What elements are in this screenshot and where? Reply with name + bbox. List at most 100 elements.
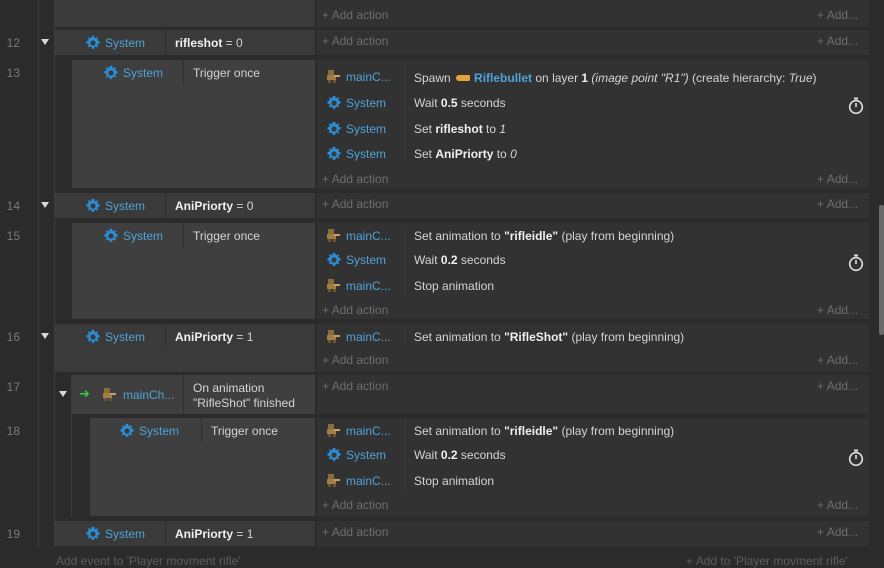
plus-icon: + <box>322 34 332 48</box>
add-action-link[interactable]: + Add action <box>322 8 388 22</box>
stopwatch-icon <box>848 97 864 115</box>
add-action-link[interactable]: + Add action <box>322 172 388 186</box>
action-set-variable[interactable]: Set rifleshot to 1 <box>414 122 506 136</box>
cell-separator <box>183 375 184 414</box>
action-block[interactable] <box>317 0 869 27</box>
sprite-icon <box>325 473 341 487</box>
event-14-actions[interactable] <box>317 193 869 218</box>
stopwatch-icon <box>848 254 864 272</box>
gutter-line <box>54 0 55 548</box>
condition-text[interactable]: On animation "RifleShot" finished <box>193 381 295 410</box>
add-action-link[interactable]: + Add action <box>322 303 388 317</box>
action-set-animation[interactable]: Set animation to "RifleShot" (play from … <box>414 330 684 344</box>
object-name: System <box>123 66 164 80</box>
action-spawn[interactable]: Spawn Riflebullet on layer 1 (image poin… <box>414 71 817 85</box>
plus-icon: + <box>817 525 827 539</box>
object-name: mainCh... <box>123 388 175 402</box>
event-sheet: + Add action + Add... 12 System riflesho… <box>0 0 884 568</box>
collapse-arrow-icon[interactable] <box>41 202 49 208</box>
action-set-animation[interactable]: Set animation to "rifleidle" (play from … <box>414 229 674 243</box>
row-number: 15 <box>6 229 20 243</box>
plus-icon: + <box>817 379 827 393</box>
condition-text[interactable]: rifleshot = 0 <box>175 36 243 50</box>
add-more-link[interactable]: + Add... <box>817 172 858 186</box>
condition-text[interactable]: Trigger once <box>193 229 260 243</box>
plus-icon: + <box>817 303 827 317</box>
object-name: System <box>105 199 146 213</box>
add-more-link[interactable]: + Add... <box>817 197 858 211</box>
add-more-link[interactable]: + Add... <box>817 498 858 512</box>
plus-icon: + <box>322 525 332 539</box>
condition-text[interactable]: Trigger once <box>193 66 260 80</box>
plus-icon: + <box>322 498 332 512</box>
object-name: System <box>346 96 387 110</box>
cell-separator <box>405 64 406 164</box>
object-name: System <box>346 448 387 462</box>
gear-icon <box>326 146 342 162</box>
object-name: System <box>139 424 180 438</box>
event-12-actions[interactable] <box>317 30 869 55</box>
add-more-link[interactable]: + Add... <box>817 34 858 48</box>
add-to-group-link[interactable]: + Add to 'Player movment rifle' <box>686 554 848 568</box>
object-name: System <box>346 122 387 136</box>
action-stop-animation[interactable]: Stop animation <box>414 279 494 293</box>
add-action-link[interactable]: + Add action <box>322 498 388 512</box>
add-action-link[interactable]: + Add action <box>322 379 388 393</box>
action-wait[interactable]: Wait 0.2 seconds <box>414 448 506 462</box>
gear-icon <box>119 423 135 439</box>
gear-icon <box>326 121 342 137</box>
collapse-arrow-icon[interactable] <box>41 333 49 339</box>
add-more-link[interactable]: + Add... <box>817 525 858 539</box>
row-number: 14 <box>6 199 20 213</box>
add-action-link[interactable]: + Add action <box>322 353 388 367</box>
plus-icon: + <box>322 303 332 317</box>
green-arrow-icon: ➜ <box>79 386 90 401</box>
cell-separator <box>165 521 166 546</box>
gear-icon <box>103 65 119 81</box>
condition-text[interactable]: Trigger once <box>211 424 278 438</box>
add-action-link[interactable]: + Add action <box>322 525 388 539</box>
add-more-link[interactable]: + Add... <box>817 8 858 22</box>
sprite-icon <box>325 329 341 343</box>
stopwatch-icon <box>848 449 864 467</box>
event-19-actions[interactable] <box>317 521 869 546</box>
object-name: System <box>123 229 164 243</box>
object-name: System <box>105 330 146 344</box>
action-set-animation[interactable]: Set animation to "rifleidle" (play from … <box>414 424 674 438</box>
event-17-actions[interactable] <box>317 375 869 414</box>
plus-icon: + <box>322 8 332 22</box>
gear-icon <box>103 228 119 244</box>
gear-icon <box>85 35 101 51</box>
gutter-line <box>38 0 39 548</box>
action-stop-animation[interactable]: Stop animation <box>414 474 494 488</box>
cell-separator <box>405 327 406 347</box>
add-action-link[interactable]: + Add action <box>322 34 388 48</box>
action-wait[interactable]: Wait 0.2 seconds <box>414 253 506 267</box>
row-number: 13 <box>6 66 20 80</box>
condition-text[interactable]: AniPriorty = 1 <box>175 330 253 344</box>
condition-text[interactable]: AniPriorty = 1 <box>175 527 253 541</box>
add-more-link[interactable]: + Add... <box>817 353 858 367</box>
add-more-link[interactable]: + Add... <box>817 379 858 393</box>
object-name: mainC... <box>346 474 391 488</box>
cell-separator <box>165 193 166 218</box>
add-action-link[interactable]: + Add action <box>322 197 388 211</box>
add-event-link[interactable]: Add event to 'Player movment rifle' <box>56 554 241 568</box>
gear-icon <box>326 95 342 111</box>
condition-text[interactable]: AniPriorty = 0 <box>175 199 253 213</box>
plus-icon: + <box>817 197 827 211</box>
plus-icon: + <box>322 379 332 393</box>
action-set-variable[interactable]: Set AniPriorty to 0 <box>414 147 517 161</box>
plus-icon: + <box>817 353 827 367</box>
object-name: mainC... <box>346 424 391 438</box>
row-number: 16 <box>6 330 20 344</box>
condition-block[interactable] <box>55 0 315 27</box>
cell-separator <box>405 227 406 297</box>
collapse-arrow-icon[interactable] <box>41 39 49 45</box>
collapse-arrow-icon[interactable] <box>59 391 67 397</box>
action-wait[interactable]: Wait 0.5 seconds <box>414 96 506 110</box>
sprite-icon <box>325 423 341 437</box>
vertical-scrollbar[interactable] <box>879 205 884 335</box>
sprite-icon <box>325 69 341 83</box>
add-more-link[interactable]: + Add... <box>817 303 858 317</box>
